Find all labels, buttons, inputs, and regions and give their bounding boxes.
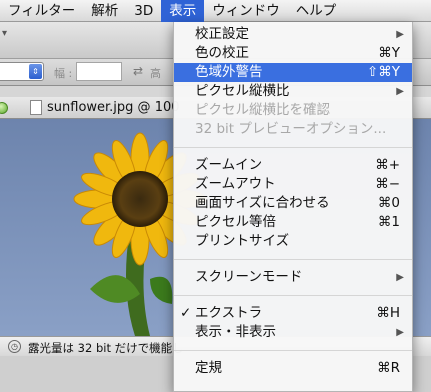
menu-item-label: ズームイン	[195, 157, 263, 173]
menu-item-shortcut: ⌘R	[377, 360, 400, 376]
submenu-arrow-icon: ▶	[396, 327, 404, 338]
menu-separator	[174, 259, 412, 260]
menu-item-proof-setup[interactable]: 校正設定 ▶	[174, 25, 412, 44]
menu-view[interactable]: 表示	[161, 0, 205, 22]
menu-item-label: 色の校正	[195, 45, 249, 61]
submenu-arrow-icon: ▶	[396, 86, 404, 97]
menu-filter[interactable]: フィルター	[0, 0, 83, 22]
menu-item-proof-colors[interactable]: 色の校正 ⌘Y	[174, 44, 412, 63]
menu-item-shortcut: ⌘−	[375, 176, 400, 192]
menu-separator	[174, 295, 412, 296]
menu-item-shortcut: ⌘Y	[378, 45, 400, 61]
menu-item-zoom-out[interactable]: ズームアウト ⌘−	[174, 175, 412, 194]
menu-item-gamut-warning[interactable]: 色域外警告 ⇧⌘Y	[174, 63, 412, 82]
document-icon	[30, 100, 42, 115]
menu-help[interactable]: ヘルプ	[288, 0, 345, 22]
zoom-window-icon[interactable]	[0, 102, 8, 114]
menu-item-label: ピクセル縦横比	[195, 83, 290, 99]
menu-item-shortcut: ⌘1	[377, 214, 400, 230]
menu-item-rulers[interactable]: 定規 ⌘R	[174, 359, 412, 378]
status-info-icon[interactable]: ◷	[8, 340, 21, 353]
menu-item-shortcut: ⇧⌘Y	[366, 64, 400, 80]
height-label: 高	[150, 67, 161, 80]
select-arrows-icon: ⇕	[29, 64, 42, 79]
menu-separator	[174, 350, 412, 351]
menu-item-screen-mode[interactable]: スクリーンモード ▶	[174, 268, 412, 287]
menu-item-label: 32 bit プレビューオプション...	[195, 121, 387, 137]
style-select[interactable]: ⇕	[0, 62, 44, 81]
menu-separator	[174, 147, 412, 148]
submenu-arrow-icon: ▶	[396, 272, 404, 283]
menu-item-label: エクストラ	[195, 305, 263, 321]
menu-item-pixel-aspect-correction: ピクセル縦横比を確認	[174, 101, 412, 120]
menu-item-label: スクリーンモード	[195, 269, 303, 285]
menu-bar: フィルター 解析 3D 表示 ウィンドウ ヘルプ	[0, 0, 431, 22]
menu-item-label: ズームアウト	[195, 176, 276, 192]
menu-item-label: 表示・非表示	[195, 324, 276, 340]
menu-item-label: プリントサイズ	[195, 233, 290, 249]
checkmark-icon: ✓	[180, 305, 192, 321]
menu-item-label: 画面サイズに合わせる	[195, 195, 330, 211]
submenu-arrow-icon: ▶	[396, 29, 404, 40]
menu-item-pixel-aspect-ratio[interactable]: ピクセル縦横比 ▶	[174, 82, 412, 101]
menu-item-shortcut: ⌘H	[376, 305, 400, 321]
menu-item-label: 色域外警告	[195, 64, 263, 80]
menu-item-show[interactable]: 表示・非表示 ▶	[174, 323, 412, 342]
menu-item-extras[interactable]: ✓ エクストラ ⌘H	[174, 304, 412, 323]
menu-3d[interactable]: 3D	[126, 0, 161, 22]
menu-item-label: ピクセル等倍	[195, 214, 276, 230]
menu-item-fit-on-screen[interactable]: 画面サイズに合わせる ⌘0	[174, 194, 412, 213]
menu-item-label: 校正設定	[195, 26, 249, 42]
status-text: 露光量は 32 bit だけで機能し	[28, 341, 184, 355]
menu-item-print-size[interactable]: プリントサイズ	[174, 232, 412, 251]
menu-item-actual-pixels[interactable]: ピクセル等倍 ⌘1	[174, 213, 412, 232]
menu-item-shortcut: ⌘+	[375, 157, 400, 173]
document-title: sunflower.jpg @ 100	[47, 100, 180, 115]
menu-item-zoom-in[interactable]: ズームイン ⌘+	[174, 156, 412, 175]
menu-item-label: 定規	[195, 360, 222, 376]
menu-item-label: ピクセル縦横比を確認	[195, 102, 330, 118]
menu-item-shortcut: ⌘0	[377, 195, 400, 211]
collapse-icon[interactable]: ▾	[2, 28, 7, 39]
swap-icon[interactable]: ⇄	[133, 64, 143, 78]
view-menu-dropdown: 校正設定 ▶ 色の校正 ⌘Y 色域外警告 ⇧⌘Y ピクセル縦横比 ▶ ピクセル縦…	[173, 22, 413, 392]
width-label: 幅 :	[54, 67, 73, 80]
menu-window[interactable]: ウィンドウ	[204, 0, 288, 22]
width-input[interactable]	[76, 62, 122, 81]
menu-analysis[interactable]: 解析	[83, 0, 126, 22]
menu-item-32bit-preview-options: 32 bit プレビューオプション...	[174, 120, 412, 139]
